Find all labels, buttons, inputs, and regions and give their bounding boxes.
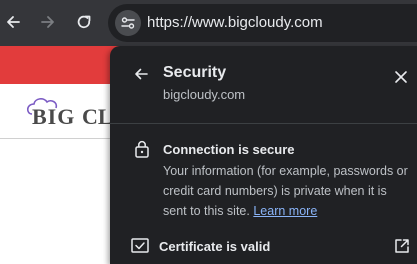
forward-button[interactable] bbox=[35, 9, 61, 35]
svg-text:BIG: BIG bbox=[32, 104, 75, 129]
certificate-icon bbox=[131, 238, 149, 253]
site-info-button[interactable] bbox=[115, 10, 141, 36]
arrow-left-icon bbox=[135, 68, 148, 80]
address-bar[interactable]: https://www.bigcloudy.com bbox=[108, 4, 417, 42]
open-external-icon[interactable] bbox=[394, 238, 410, 254]
connection-description: Your information (for example, passwords… bbox=[163, 161, 411, 221]
popup-domain: bigcloudy.com bbox=[163, 87, 246, 102]
popup-back-button[interactable] bbox=[130, 63, 152, 85]
reload-button[interactable] bbox=[71, 9, 97, 35]
popup-title: Security bbox=[163, 64, 227, 81]
url-text[interactable]: https://www.bigcloudy.com bbox=[147, 14, 323, 31]
connection-status-title: Connection is secure bbox=[163, 142, 295, 157]
security-popup: Security bigcloudy.com Connection is sec… bbox=[110, 46, 417, 264]
back-button[interactable] bbox=[0, 9, 26, 35]
reload-icon bbox=[77, 15, 91, 29]
learn-more-link[interactable]: Learn more bbox=[253, 204, 317, 218]
tune-icon bbox=[121, 17, 135, 29]
popup-close-button[interactable] bbox=[390, 66, 412, 88]
popup-divider bbox=[110, 123, 417, 124]
arrow-right-icon bbox=[41, 16, 54, 28]
certificate-valid-item[interactable]: Certificate is valid bbox=[159, 239, 270, 254]
arrow-left-icon bbox=[7, 16, 20, 28]
close-icon bbox=[395, 71, 407, 83]
page-divider bbox=[0, 138, 120, 139]
browser-toolbar: https://www.bigcloudy.com bbox=[0, 0, 417, 46]
lock-icon bbox=[135, 140, 149, 158]
